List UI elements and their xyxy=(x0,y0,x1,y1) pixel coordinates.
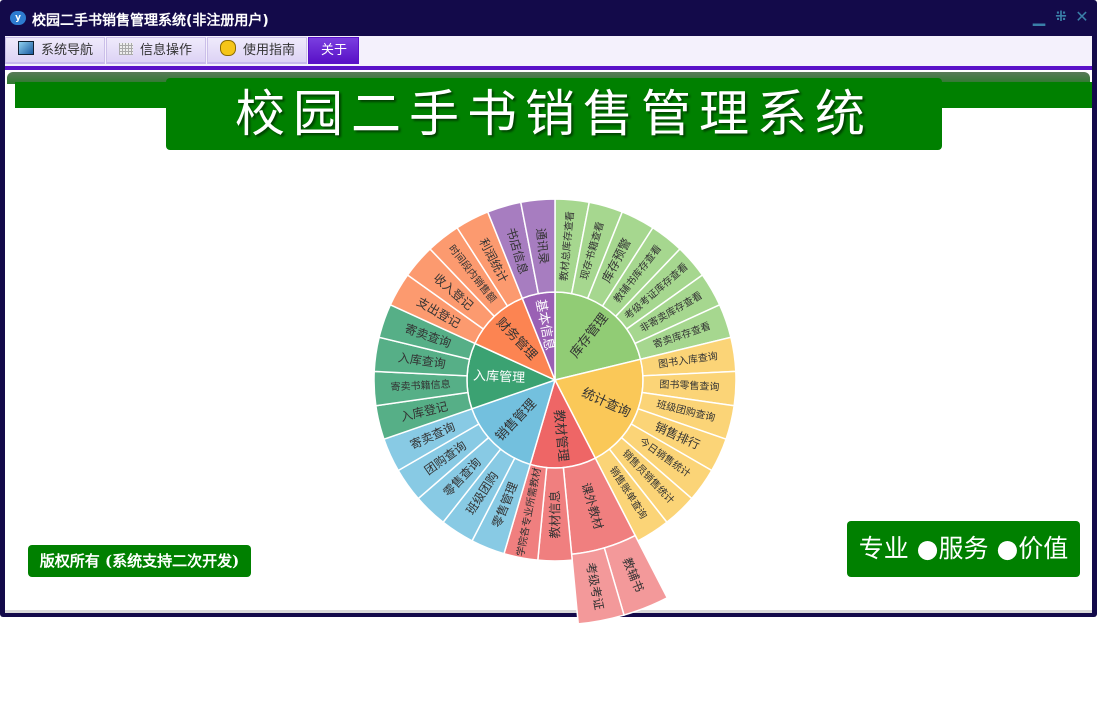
sunburst-label: 教材信息 xyxy=(547,490,562,538)
sunburst-label: 入库管理 xyxy=(473,368,526,386)
sunburst-chart: 库存管理教材总库存查看 现存书籍查看库存预警教辅书库存查看考级考证库存查看非寄卖库… xyxy=(373,198,737,625)
